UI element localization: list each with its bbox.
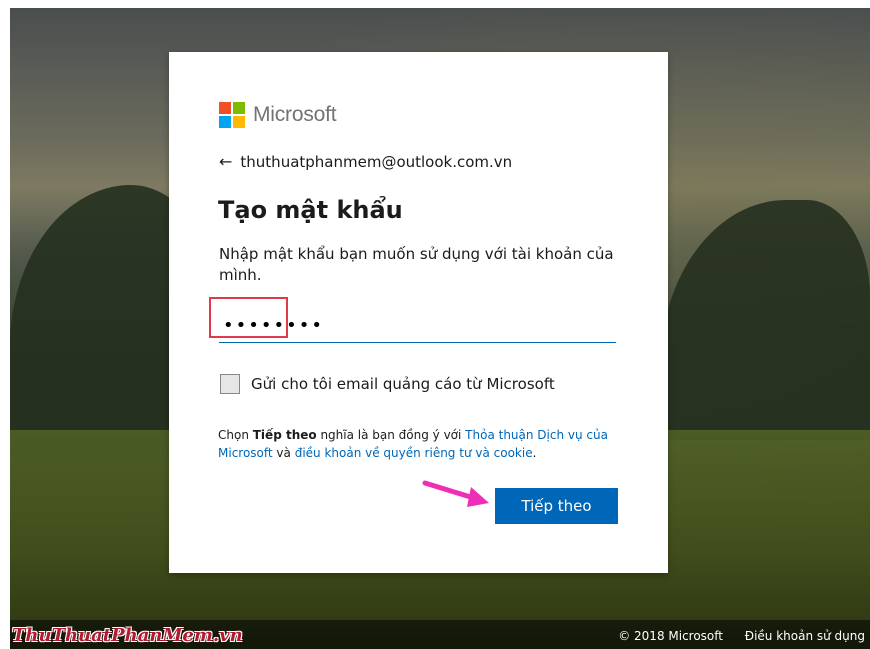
identity-banner[interactable]: ← thuthuatphanmem@outlook.com.vn — [219, 152, 512, 171]
highlight-box — [209, 297, 288, 338]
terms-suffix: . — [532, 446, 537, 460]
signup-card: Microsoft ← thuthuatphanmem@outlook.com.… — [169, 52, 668, 573]
identity-email: thuthuatphanmem@outlook.com.vn — [240, 152, 513, 171]
marketing-checkbox-label: Gửi cho tôi email quảng cáo từ Microsoft — [251, 375, 555, 393]
marketing-checkbox[interactable] — [220, 374, 240, 394]
microsoft-logo: Microsoft — [219, 102, 337, 128]
microsoft-logo-icon — [219, 102, 245, 128]
terms-and: và — [272, 446, 295, 460]
terms-bold: Tiếp theo — [252, 428, 317, 442]
watermark-logo: ThuThuatPhanMem.vn — [12, 625, 243, 646]
arrow-left-icon[interactable]: ← — [219, 152, 232, 171]
terms-middle: nghĩa là bạn đồng ý với — [316, 428, 466, 442]
page-description: Nhập mật khẩu bạn muốn sử dụng với tài k… — [219, 245, 614, 284]
marketing-option[interactable]: Gửi cho tôi email quảng cáo từ Microsoft — [220, 374, 555, 394]
logo-text: Microsoft — [253, 103, 337, 126]
next-button[interactable]: Tiếp theo — [495, 488, 618, 524]
footer-copyright: © 2018 Microsoft — [618, 629, 723, 643]
terms-text: Chọn Tiếp theo nghĩa là bạn đồng ý với T… — [218, 426, 618, 462]
pointer-arrow-icon — [422, 480, 489, 507]
terms-prefix: Chọn — [218, 428, 253, 442]
privacy-link[interactable]: điều khoản về quyền riêng tư và cookie — [295, 446, 533, 460]
footer-terms-link[interactable]: Điều khoản sử dụng — [745, 629, 865, 643]
page-title: Tạo mật khẩu — [218, 196, 403, 224]
